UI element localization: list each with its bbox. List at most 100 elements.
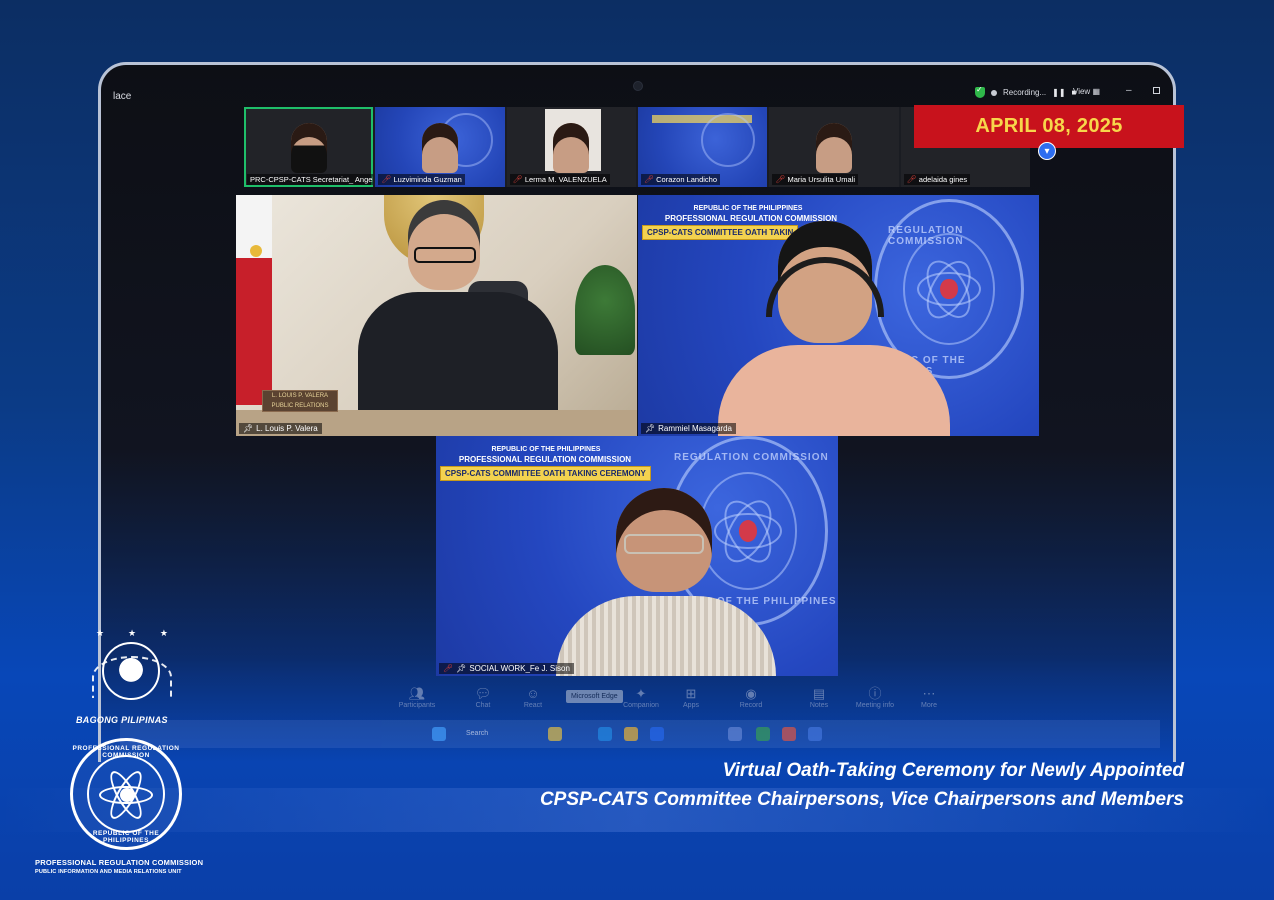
react-icon: ☺ [526, 686, 540, 701]
bagong-pilipinas-text: BAGONG PILIPINAS [76, 715, 168, 725]
backdrop-banner: CPSP-CATS COMMITTEE OATH TAKING CEREMONY [440, 466, 651, 481]
grid-icon: ▦ [1092, 87, 1100, 96]
glasses [414, 247, 476, 263]
start-icon[interactable] [432, 727, 446, 741]
edge-icon[interactable] [598, 727, 612, 741]
mic-off-icon: 🎤︎ [775, 175, 786, 184]
meeting-toolbar: 👥︎ Participants 💬︎ Chat ☺ React Microsoft E… [120, 686, 1160, 718]
info-icon: ⓘ [868, 686, 882, 701]
app-icon[interactable] [782, 727, 796, 741]
participant-name: 🎤︎ Luzviminda Guzman [378, 174, 465, 185]
prc-seal-top-text: PROFESSIONAL REGULATION COMMISSION [72, 745, 180, 759]
thumbnail-tile[interactable]: 🎤︎ Lerma M. VALENZUELA [506, 107, 636, 187]
desk-nameplate: L. LOUIS P. VALERA PUBLIC RELATIONS [262, 390, 338, 412]
participants-button[interactable]: 👥︎ Participants [390, 686, 444, 709]
pin-icon: 📌︎ [243, 424, 254, 433]
participant-name: 🎤︎ Lerma M. VALENZUELA [509, 174, 610, 185]
stars-icon: ★ ★ ★ [96, 628, 168, 638]
participant-video [718, 217, 950, 436]
caption-line-1: Virtual Oath-Taking Ceremony for Newly A… [722, 760, 1184, 781]
participants-icon: 👥︎ [408, 686, 426, 701]
sun-rays-icon [92, 656, 172, 698]
apps-button[interactable]: ⊞ Apps [664, 686, 718, 709]
seal-backdrop [701, 113, 756, 167]
participant-video [556, 488, 776, 676]
record-icon: ◉ [745, 686, 757, 701]
chevron-down-icon[interactable]: ▾ [1038, 142, 1056, 160]
person-body [556, 596, 776, 676]
participant-thumbnail-strip: PRC-CPSP-CATS Secretariat_ Angelic... 🎤︎… [244, 107, 1030, 187]
app-icon[interactable] [728, 727, 742, 741]
caption: Virtual Oath-Taking Ceremony for Newly A… [540, 756, 1184, 814]
philippine-flag [236, 195, 272, 405]
record-dot-icon [991, 89, 997, 96]
video-tile-social-work[interactable]: REPUBLIC OF THE PHILIPPINES PROFESSIONAL… [436, 436, 838, 676]
folder-icon[interactable] [624, 727, 638, 741]
pause-icon[interactable]: ❚❚ [1052, 88, 1065, 97]
chrome-icon[interactable] [548, 727, 562, 741]
backdrop-republic: REPUBLIC OF THE PHILIPPINES [693, 205, 803, 212]
react-button[interactable]: ☺ React [506, 686, 560, 709]
video-tile-rammiel[interactable]: REPUBLIC OF THE PHILIPPINES PROFESSIONAL… [638, 195, 1039, 436]
participant-name: 🎤︎ 📌︎ SOCIAL WORK_Fe J. Sison [439, 663, 574, 674]
mic-off-icon: 🎤︎ [643, 175, 655, 184]
view-button[interactable]: View ▦ [1073, 87, 1100, 96]
org-unit: PUBLIC INFORMATION AND MEDIA RELATIONS U… [35, 869, 182, 875]
app-icon[interactable] [808, 727, 822, 741]
glasses [624, 534, 704, 554]
participant-name: 🎤︎ adelaida gines [903, 174, 971, 185]
pin-icon: 📌︎ [456, 664, 467, 673]
notes-button[interactable]: ▤ Notes [792, 686, 846, 709]
seal-ring-top: REGULATION COMMISSION [674, 452, 829, 463]
person-head [408, 200, 480, 290]
caption-line-2: CPSP-CATS Committee Chairpersons, Vice C… [539, 789, 1184, 810]
zoom-icon[interactable] [650, 727, 664, 741]
participant-name: 📌︎ Rammiel Masagarda [641, 423, 736, 434]
flag-sun-icon [250, 245, 262, 257]
taskbar-search[interactable]: Search [460, 726, 508, 742]
minimize-icon[interactable]: – [1126, 85, 1132, 96]
participant-name: PRC-CPSP-CATS Secretariat_ Angelic... [247, 174, 373, 185]
thumbnail-tile[interactable]: 🎤︎ Luzviminda Guzman [375, 107, 505, 187]
companion-button[interactable]: ✦ Companion [614, 686, 668, 709]
windows-taskbar: Search [120, 720, 1160, 748]
record-button[interactable]: ◉ Record [724, 686, 778, 709]
bagong-pilipinas-logo: ★ ★ ★ [86, 628, 176, 712]
mic-off-icon: 🎤︎ [443, 664, 454, 673]
recording-indicator[interactable]: Recording... ❚❚ ■ [975, 85, 1076, 98]
pin-icon: 📌︎ [645, 424, 656, 433]
prc-seal-bottom-text: REPUBLIC OF THE PHILIPPINES [92, 830, 160, 844]
participant-name: 📌︎ L. Louis P. Valera [239, 423, 322, 434]
recording-label: Recording... [1003, 88, 1047, 97]
org-name: PROFESSIONAL REGULATION COMMISSION [35, 858, 204, 867]
maximize-icon[interactable] [1153, 87, 1160, 94]
plant-decor [575, 265, 635, 355]
participant-name: 🎤︎ Maria Ursulita Umali [772, 174, 858, 185]
more-button[interactable]: ⋯ More [902, 686, 956, 709]
mic-off-icon: 🎤︎ [906, 175, 917, 184]
participant-video [421, 123, 458, 173]
participant-video [553, 123, 590, 173]
window-title: lace [113, 91, 132, 102]
zoom-titlebar: lace Recording... ❚❚ ■ View ▦ – [113, 85, 1160, 105]
notes-icon: ▤ [812, 686, 826, 701]
participant-video [815, 123, 852, 173]
thumbnail-tile[interactable]: 🎤︎ Maria Ursulita Umali [769, 107, 899, 187]
participant-video [358, 200, 558, 436]
app-icon[interactable] [756, 727, 770, 741]
chat-icon: 💬︎ [474, 686, 492, 701]
mic-off-icon: 🎤︎ [381, 175, 392, 184]
meeting-info-button[interactable]: ⓘ Meeting info [848, 686, 902, 709]
shield-check-icon [975, 85, 985, 98]
video-tile-valera[interactable]: L. LOUIS P. VALERA PUBLIC RELATIONS 📌︎ L… [236, 195, 637, 436]
person-body [718, 345, 950, 436]
chat-button[interactable]: 💬︎ Chat [456, 686, 510, 709]
thumbnail-tile[interactable]: PRC-CPSP-CATS Secretariat_ Angelic... [244, 107, 374, 187]
mic-off-icon: 🎤︎ [512, 175, 523, 184]
view-label: View [1073, 87, 1091, 96]
participant-video [290, 123, 327, 173]
apps-icon: ⊞ [685, 686, 697, 701]
participant-name: 🎤︎ Corazon Landicho [640, 174, 721, 185]
backdrop-commission: PROFESSIONAL REGULATION COMMISSION [458, 455, 632, 464]
thumbnail-tile[interactable]: 🎤︎ Corazon Landicho [637, 107, 768, 187]
